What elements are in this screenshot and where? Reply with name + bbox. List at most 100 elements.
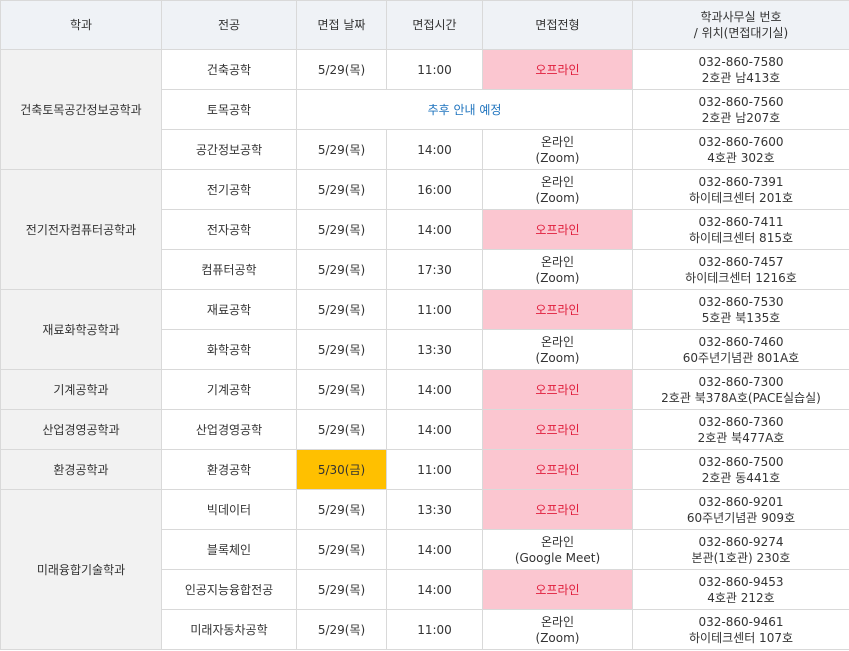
- dept-cell: 재료화학공학과: [0, 289, 162, 370]
- type-label: 오프라인: [535, 422, 580, 437]
- major-cell: 건축공학: [161, 49, 297, 90]
- date-cell: 5/29(목): [296, 489, 387, 530]
- table-row: 건축토목공간정보공학과 건축공학 5/29(목) 11:00 오프라인 032-…: [0, 49, 849, 170]
- phone-number: 032-860-9453: [698, 574, 784, 589]
- date-cell: 5/29(목): [296, 369, 387, 410]
- location: 본관(1호관) 230호: [691, 550, 791, 565]
- type-label: 오프라인: [535, 582, 580, 597]
- contact-cell: 032-860-7530 5호관 북135호: [632, 289, 849, 330]
- major-cell: 공간정보공학: [161, 129, 297, 170]
- date-cell: 5/29(목): [296, 209, 387, 250]
- time-cell: 14:00: [386, 409, 483, 450]
- time-cell: 11:00: [386, 609, 483, 650]
- type-cell: 온라인 (Zoom): [482, 129, 633, 170]
- type-cell: 오프라인: [482, 369, 633, 410]
- date-cell: 5/29(목): [296, 169, 387, 210]
- dept-cell: 환경공학과: [0, 449, 162, 490]
- phone-number: 032-860-9201: [698, 494, 784, 509]
- contact-cell: 032-860-7300 2호관 북378A호(PACE실습실): [632, 369, 849, 410]
- time-cell: 14:00: [386, 209, 483, 250]
- time-cell: 14:00: [386, 569, 483, 610]
- date-cell: 5/29(목): [296, 569, 387, 610]
- location: 2호관 남413호: [701, 70, 781, 85]
- date-cell: 5/29(목): [296, 329, 387, 370]
- header-major: 전공: [161, 0, 297, 50]
- contact-cell: 032-860-7457 하이테크센터 1216호: [632, 249, 849, 290]
- type-cell: 온라인 (Zoom): [482, 169, 633, 210]
- header-time: 면접시간: [386, 0, 483, 50]
- type-cell: 오프라인: [482, 289, 633, 330]
- location: 하이테크센터 107호: [689, 630, 793, 645]
- major-cell: 인공지능융합전공: [161, 569, 297, 610]
- major-cell: 기계공학: [161, 369, 297, 410]
- header-date: 면접 날짜: [296, 0, 387, 50]
- major-cell: 산업경영공학: [161, 409, 297, 450]
- contact-cell: 032-860-9274 본관(1호관) 230호: [632, 529, 849, 570]
- location: 60주년기념관 801A호: [682, 350, 800, 365]
- major-cell: 미래자동차공학: [161, 609, 297, 650]
- type-label: 오프라인: [535, 462, 580, 477]
- type-label: 오프라인: [535, 382, 580, 397]
- type-platform: (Zoom): [535, 190, 580, 205]
- major-cell: 블록체인: [161, 529, 297, 570]
- type-platform: (Zoom): [535, 270, 580, 285]
- date-cell: 5/29(목): [296, 609, 387, 650]
- type-platform: (Zoom): [535, 150, 580, 165]
- date-cell: 5/29(목): [296, 529, 387, 570]
- location: 하이테크센터 815호: [689, 230, 793, 245]
- major-cell: 빅데이터: [161, 489, 297, 530]
- type-cell: 오프라인: [482, 449, 633, 490]
- location: 60주년기념관 909호: [686, 510, 796, 525]
- phone-number: 032-860-9461: [698, 614, 784, 629]
- type-label: 온라인: [540, 174, 575, 189]
- table-row: 환경공학과 환경공학 5/30(금) 11:00 오프라인 032-860-75…: [0, 449, 849, 490]
- type-label: 온라인: [540, 254, 575, 269]
- major-cell: 토목공학: [161, 89, 297, 130]
- dept-cell: 건축토목공간정보공학과: [0, 49, 162, 170]
- contact-cell: 032-860-7391 하이테크센터 201호: [632, 169, 849, 210]
- table-row: 전기전자컴퓨터공학과 전기공학 5/29(목) 16:00 온라인 (Zoom)…: [0, 169, 849, 290]
- time-cell: 11:00: [386, 289, 483, 330]
- phone-number: 032-860-7360: [698, 414, 784, 429]
- dept-cell: 전기전자컴퓨터공학과: [0, 169, 162, 290]
- date-cell: 5/29(목): [296, 49, 387, 90]
- time-cell: 14:00: [386, 369, 483, 410]
- location: 하이테크센터 201호: [689, 190, 793, 205]
- time-cell: 14:00: [386, 129, 483, 170]
- table-row: 재료화학공학과 재료공학 5/29(목) 11:00 오프라인 032-860-…: [0, 289, 849, 370]
- dept-cell: 미래융합기술학과: [0, 489, 162, 650]
- location: 4호관 302호: [707, 150, 775, 165]
- type-cell: 오프라인: [482, 489, 633, 530]
- time-cell: 11:00: [386, 49, 483, 90]
- contact-cell: 032-860-7560 2호관 남207호: [632, 89, 849, 130]
- phone-number: 032-860-7457: [698, 254, 784, 269]
- location: 5호관 북135호: [701, 310, 781, 325]
- type-label: 오프라인: [535, 302, 580, 317]
- date-cell: 5/29(목): [296, 289, 387, 330]
- type-label: 온라인: [540, 334, 575, 349]
- contact-cell: 032-860-9453 4호관 212호: [632, 569, 849, 610]
- table-row: 산업경영공학과 산업경영공학 5/29(목) 14:00 오프라인 032-86…: [0, 409, 849, 450]
- header-type: 면접전형: [482, 0, 633, 50]
- type-cell: 온라인 (Zoom): [482, 609, 633, 650]
- time-cell: 14:00: [386, 529, 483, 570]
- type-cell: 온라인 (Google Meet): [482, 529, 633, 570]
- date-cell: 5/29(목): [296, 249, 387, 290]
- major-cell: 재료공학: [161, 289, 297, 330]
- date-cell-highlighted: 5/30(금): [296, 449, 387, 490]
- header-contact-line1: 학과사무실 번호: [700, 10, 782, 24]
- type-label: 오프라인: [535, 222, 580, 237]
- interview-schedule-table: 학과 전공 면접 날짜 면접시간 면접전형 학과사무실 번호 / 위치(면접대기…: [0, 0, 849, 650]
- type-cell: 온라인 (Zoom): [482, 249, 633, 290]
- contact-cell: 032-860-7500 2호관 동441호: [632, 449, 849, 490]
- table-row: 미래융합기술학과 빅데이터 5/29(목) 13:30 오프라인 032-860…: [0, 489, 849, 650]
- type-cell: 오프라인: [482, 209, 633, 250]
- type-platform: (Google Meet): [514, 550, 601, 565]
- contact-cell: 032-860-9201 60주년기념관 909호: [632, 489, 849, 530]
- time-cell: 13:30: [386, 489, 483, 530]
- type-label: 오프라인: [535, 62, 580, 77]
- phone-number: 032-860-7530: [698, 294, 784, 309]
- major-cell: 전자공학: [161, 209, 297, 250]
- date-cell: 5/29(목): [296, 129, 387, 170]
- time-cell: 16:00: [386, 169, 483, 210]
